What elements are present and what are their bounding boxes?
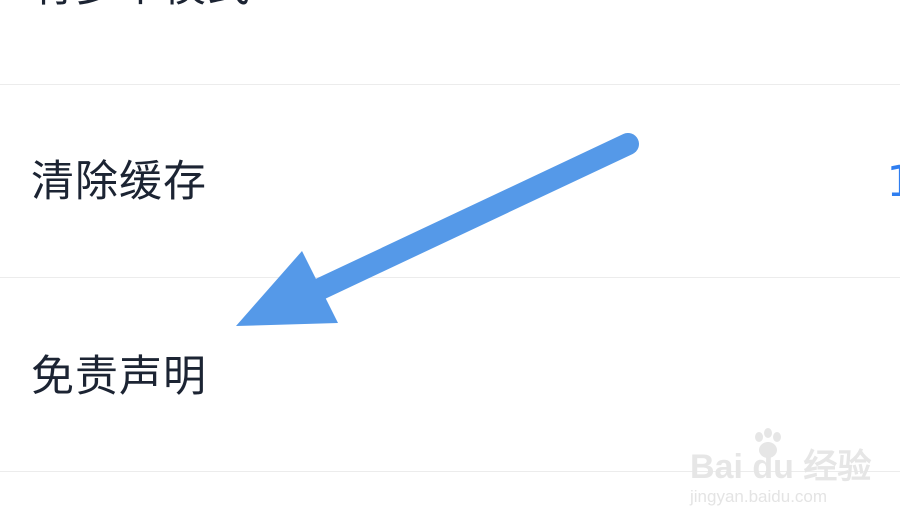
baidu-watermark: Bai du 经验 jingyan.baidu.com (688, 428, 872, 518)
settings-row-clear-cache[interactable]: 清除缓存 1 (0, 85, 900, 277)
settings-row-label: 免责声明 (31, 352, 207, 402)
settings-row-label: 清除缓存 (31, 157, 207, 207)
watermark-url-text: jingyan.baidu.com (690, 487, 828, 506)
settings-row-mode[interactable]: 有多个模式 (0, 0, 900, 84)
settings-row-label: 有多个模式 (31, 0, 251, 9)
watermark-brand-text: Bai du 经验 (690, 448, 872, 486)
cache-size-value: 1 (887, 161, 900, 204)
